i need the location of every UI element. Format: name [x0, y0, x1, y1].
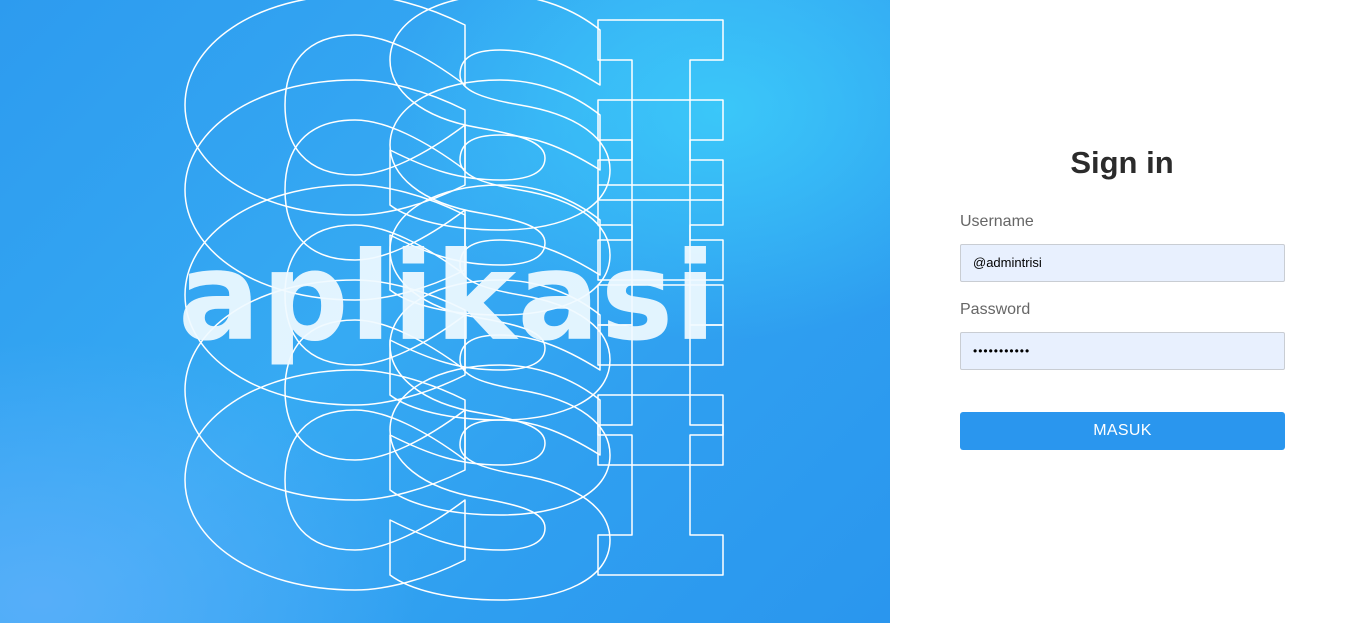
password-input[interactable]: ••••••••••• [960, 332, 1285, 370]
login-page: aplikasi Sign in Username @admintrisi Pa… [0, 0, 1350, 623]
hero-panel: aplikasi [0, 0, 890, 623]
hero-word: aplikasi [178, 226, 718, 368]
username-label: Username [960, 213, 1034, 230]
submit-button[interactable]: MASUK [960, 412, 1285, 450]
signin-panel: Sign in Username @admintrisi Password ••… [890, 0, 1350, 623]
username-input[interactable]: @admintrisi [960, 244, 1285, 282]
password-label: Password [960, 301, 1031, 318]
signin-title: Sign in [1070, 145, 1174, 180]
